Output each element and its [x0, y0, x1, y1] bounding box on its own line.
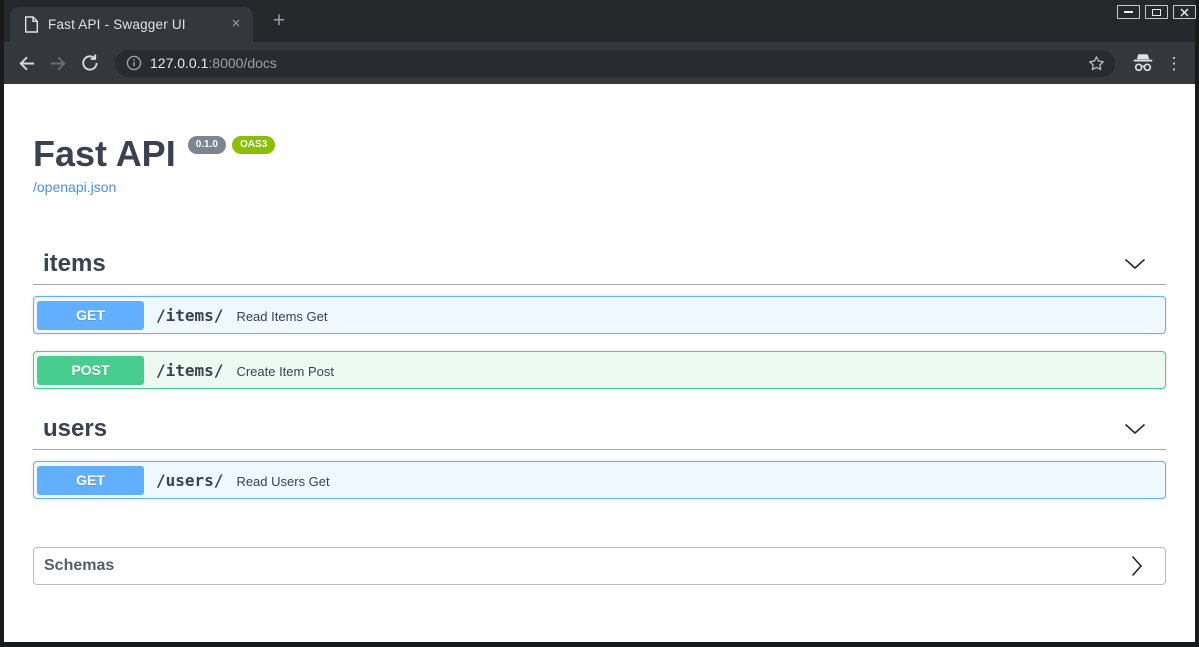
url-host: 127.0.0.1 — [150, 55, 209, 71]
reload-icon — [82, 54, 98, 71]
method-badge: POST — [37, 355, 144, 385]
section-items: items GET /items/ Read Items Get POST /i — [33, 250, 1166, 389]
method-badge: GET — [37, 465, 144, 495]
forward-button[interactable] — [43, 46, 73, 80]
back-icon — [18, 56, 34, 70]
operation-path: /items/ — [156, 360, 224, 380]
url-path: :8000/docs — [208, 55, 277, 71]
chevron-down-icon[interactable] — [1124, 258, 1146, 270]
bookmark-star-icon[interactable] — [1087, 54, 1106, 73]
minimize-icon — [1124, 11, 1133, 13]
chevron-down-icon[interactable] — [1124, 423, 1146, 435]
browser-toolbar: 127.0.0.1:8000/docs ⋮ — [4, 42, 1195, 84]
back-button[interactable] — [11, 46, 41, 80]
operation-row-get-items[interactable]: GET /items/ Read Items Get — [33, 296, 1166, 334]
api-title-row: Fast API 0.1.0 OAS3 — [33, 135, 1166, 173]
site-info-icon[interactable] — [126, 55, 142, 71]
operation-path: /items/ — [156, 305, 224, 325]
forward-icon — [50, 56, 66, 70]
section-users: users GET /users/ Read Users Get — [33, 415, 1166, 499]
section-items-header[interactable]: items — [33, 250, 1166, 285]
operation-path: /users/ — [156, 470, 224, 490]
page-title: Fast API — [33, 133, 176, 174]
new-tab-button[interactable]: + — [266, 9, 292, 35]
operation-row-post-items[interactable]: POST /items/ Create Item Post — [33, 351, 1166, 389]
tab-strip: Fast API - Swagger UI × + — [4, 0, 1196, 42]
minimize-button[interactable] — [1117, 5, 1140, 19]
operation-summary: Create Item Post — [236, 363, 334, 379]
close-button[interactable] — [1173, 5, 1196, 19]
schemas-label: Schemas — [44, 557, 115, 574]
oas3-badge: OAS3 — [231, 136, 276, 154]
window-controls — [1117, 5, 1196, 19]
reload-button[interactable] — [75, 46, 105, 80]
section-title: users — [43, 415, 108, 442]
incognito-icon — [1131, 53, 1155, 73]
section-title: items — [43, 250, 106, 277]
operation-summary: Read Items Get — [236, 308, 328, 324]
browser-window: Fast API - Swagger UI × + 127.0.0.1:8000… — [4, 0, 1196, 642]
tab-close-icon[interactable]: × — [227, 16, 245, 34]
schemas-section[interactable]: Schemas — [33, 547, 1166, 585]
page-icon — [24, 16, 39, 33]
maximize-icon — [1152, 8, 1161, 16]
version-badge: 0.1.0 — [187, 136, 226, 154]
method-badge: GET — [37, 300, 144, 330]
openapi-spec-link[interactable]: /openapi.json — [33, 179, 116, 195]
tab-title: Fast API - Swagger UI — [48, 17, 186, 32]
operation-row-get-users[interactable]: GET /users/ Read Users Get — [33, 461, 1166, 499]
maximize-button[interactable] — [1145, 5, 1168, 19]
chevron-right-icon[interactable] — [1131, 555, 1143, 577]
section-users-header[interactable]: users — [33, 415, 1166, 450]
url-bar[interactable]: 127.0.0.1:8000/docs — [115, 49, 1115, 77]
browser-menu-icon[interactable]: ⋮ — [1165, 55, 1183, 72]
url-text[interactable]: 127.0.0.1:8000/docs — [150, 55, 277, 71]
operation-summary: Read Users Get — [236, 473, 330, 489]
swagger-page: Fast API 0.1.0 OAS3 /openapi.json items GE… — [4, 84, 1195, 642]
browser-tab[interactable]: Fast API - Swagger UI × — [10, 7, 253, 42]
close-icon — [1180, 7, 1189, 17]
